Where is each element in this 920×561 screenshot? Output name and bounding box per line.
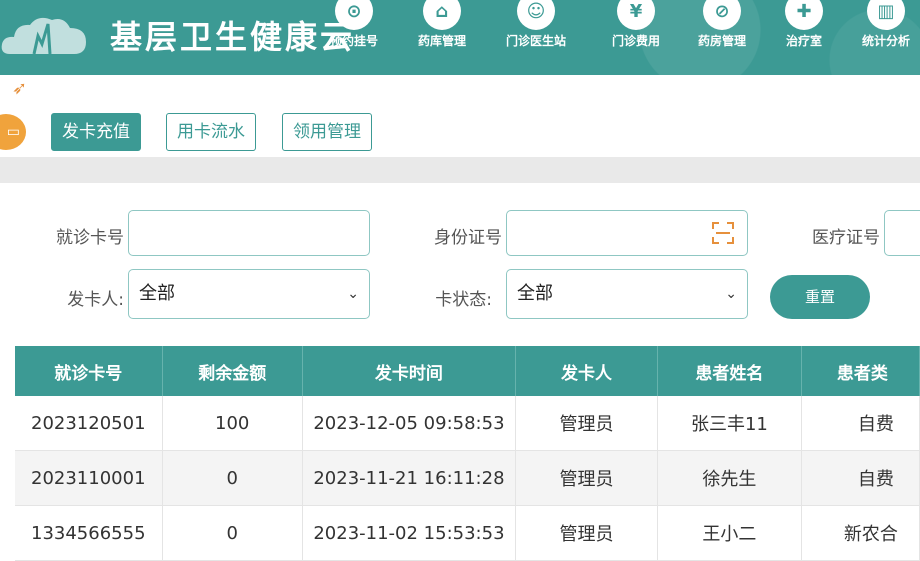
pill-icon: ⊘ — [703, 0, 741, 30]
table-cell: 2023-11-21 16:11:28 — [302, 450, 516, 506]
status-select-value: 全部 — [517, 283, 553, 304]
table-cell: 新农合 — [801, 505, 920, 561]
column-header[interactable]: 发卡时间 — [302, 346, 516, 396]
issuer-select-value: 全部 — [139, 283, 175, 304]
id-no-label: 身份证号 — [434, 228, 502, 248]
table-cell: 管理员 — [515, 505, 658, 561]
table-cell: 管理员 — [515, 450, 658, 506]
nav-item-outpatient-fee[interactable]: ¥ 门诊费用 — [604, 0, 668, 48]
chart-icon: ▥ — [867, 0, 905, 30]
rocket-icon[interactable]: ➶ — [12, 78, 27, 99]
nav-item-appointment[interactable]: ⊙ 预约挂号 — [322, 0, 386, 48]
table-row[interactable]: 2023110001 0 2023-11-21 16:11:28 管理员 徐先生… — [15, 450, 920, 506]
nav-item-doctor-station[interactable]: ☺ 门诊医生站 — [504, 0, 568, 48]
table-cell: 张三丰11 — [657, 396, 802, 451]
warehouse-icon: ⌂ — [423, 0, 461, 30]
divider-band — [0, 157, 920, 183]
table-cell: 自费 — [801, 450, 920, 506]
chevron-down-icon: ⌄ — [347, 286, 359, 302]
reset-button[interactable]: 重置 — [770, 275, 870, 319]
yen-icon: ¥ — [617, 0, 655, 30]
table-row[interactable]: 1334566555 0 2023-11-02 15:53:53 管理员 王小二… — [15, 505, 920, 561]
table-row[interactable]: 2023120501 100 2023-12-05 09:58:53 管理员 张… — [15, 396, 920, 451]
scan-icon[interactable] — [711, 221, 735, 245]
nav-item-pharmacy[interactable]: ⊘ 药房管理 — [690, 0, 754, 48]
issuer-select[interactable]: 全部 ⌄ — [128, 269, 370, 319]
cloud-logo-icon — [1, 17, 87, 55]
app-header: 基层卫生健康云 ⊙ 预约挂号 ⌂ 药库管理 ☺ 门诊医生站 ¥ 门诊费用 ⊘ 药… — [0, 0, 920, 75]
column-header[interactable]: 就诊卡号 — [15, 346, 163, 396]
column-header[interactable]: 患者姓名 — [657, 346, 802, 396]
nav-item-label: 门诊医生站 — [505, 34, 566, 48]
table-cell: 1334566555 — [15, 505, 163, 561]
table-cell: 2023-12-05 09:58:53 — [302, 396, 516, 451]
column-header[interactable]: 发卡人 — [515, 346, 658, 396]
nav-item-label: 门诊费用 — [611, 34, 660, 48]
nav-item-label: 药库管理 — [417, 34, 466, 48]
table-cell: 2023-11-02 15:53:53 — [302, 505, 516, 561]
column-header[interactable]: 患者类 — [801, 346, 920, 396]
table-cell: 0 — [162, 450, 303, 506]
app-title: 基层卫生健康云 — [110, 18, 356, 56]
card-no-label: 就诊卡号 — [56, 228, 124, 248]
table-cell: 自费 — [801, 396, 920, 451]
table-cell: 100 — [162, 396, 303, 451]
chevron-down-icon: ⌄ — [725, 286, 737, 302]
tab-issue-recharge[interactable]: 发卡充值 — [51, 113, 141, 151]
tab-card-transactions[interactable]: 用卡流水 — [166, 113, 256, 151]
table-cell: 0 — [162, 505, 303, 561]
nav-item-label: 治疗室 — [785, 34, 822, 48]
doctor-icon: ☺ — [517, 0, 555, 30]
status-select[interactable]: 全部 ⌄ — [506, 269, 748, 319]
table-cell: 2023110001 — [15, 450, 163, 506]
tab-requisition[interactable]: 领用管理 — [282, 113, 372, 151]
nav-item-statistics[interactable]: ▥ 统计分析 — [854, 0, 918, 48]
table-cell: 王小二 — [657, 505, 802, 561]
nav-item-drug-warehouse[interactable]: ⌂ 药库管理 — [410, 0, 474, 48]
card-icon[interactable]: ▭ — [0, 114, 26, 150]
table-cell: 管理员 — [515, 396, 658, 451]
nav-item-label: 统计分析 — [861, 34, 910, 48]
nav-item-treatment-room[interactable]: ✚ 治疗室 — [772, 0, 836, 48]
status-label: 卡状态: — [435, 290, 492, 310]
issuer-label: 发卡人: — [67, 290, 124, 310]
nav-item-label: 药房管理 — [697, 34, 746, 48]
medical-no-input[interactable] — [884, 210, 920, 256]
column-header[interactable]: 剩余金额 — [162, 346, 303, 396]
card-no-input[interactable] — [128, 210, 370, 256]
id-no-input[interactable] — [506, 210, 748, 256]
medical-no-label: 医疗证号 — [812, 228, 880, 248]
card-table: 就诊卡号 剩余金额 发卡时间 发卡人 患者姓名 患者类 2023120501 1… — [15, 346, 920, 561]
treatment-icon: ✚ — [785, 0, 823, 30]
nav-item-label: 预约挂号 — [329, 34, 378, 48]
table-header-row: 就诊卡号 剩余金额 发卡时间 发卡人 患者姓名 患者类 — [15, 346, 920, 396]
table-cell: 2023120501 — [15, 396, 163, 451]
calendar-icon: ⊙ — [335, 0, 373, 30]
table-cell: 徐先生 — [657, 450, 802, 506]
